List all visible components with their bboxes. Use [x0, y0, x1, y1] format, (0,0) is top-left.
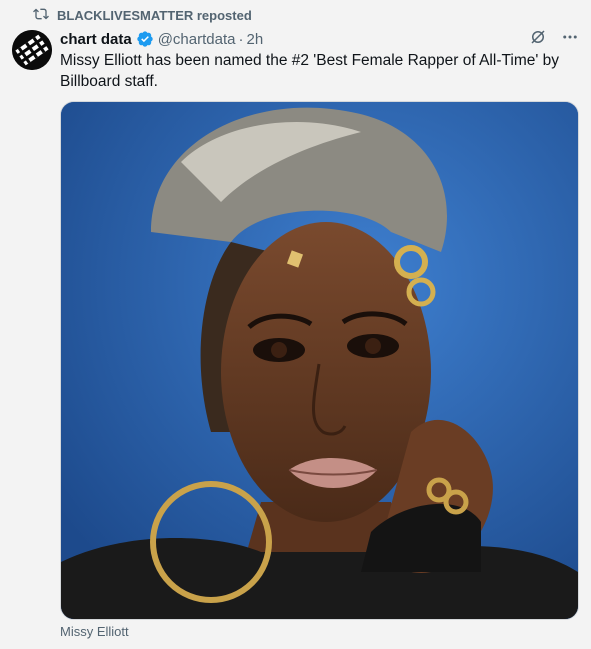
media-caption: Missy Elliott — [60, 624, 129, 639]
author-handle[interactable]: @chartdata — [158, 31, 236, 48]
grok-icon[interactable] — [529, 28, 547, 50]
author-name[interactable]: chart data — [60, 31, 132, 48]
tweet-photo[interactable] — [60, 101, 579, 620]
separator-dot: · — [238, 30, 244, 48]
avatar[interactable] — [12, 30, 52, 70]
verified-badge-icon — [137, 31, 153, 47]
repost-label: BLACKLIVESMATTER reposted — [57, 8, 252, 23]
repost-icon — [33, 6, 49, 25]
timestamp[interactable]: 2h — [246, 31, 263, 48]
more-icon[interactable] — [561, 28, 579, 50]
tweet-text: Missy Elliott has been named the #2 'Bes… — [60, 52, 559, 90]
repost-header[interactable]: BLACKLIVESMATTER reposted — [33, 6, 252, 25]
portrait-illustration — [61, 102, 578, 619]
tweet-header: chart data @chartdata · 2h — [60, 28, 579, 50]
